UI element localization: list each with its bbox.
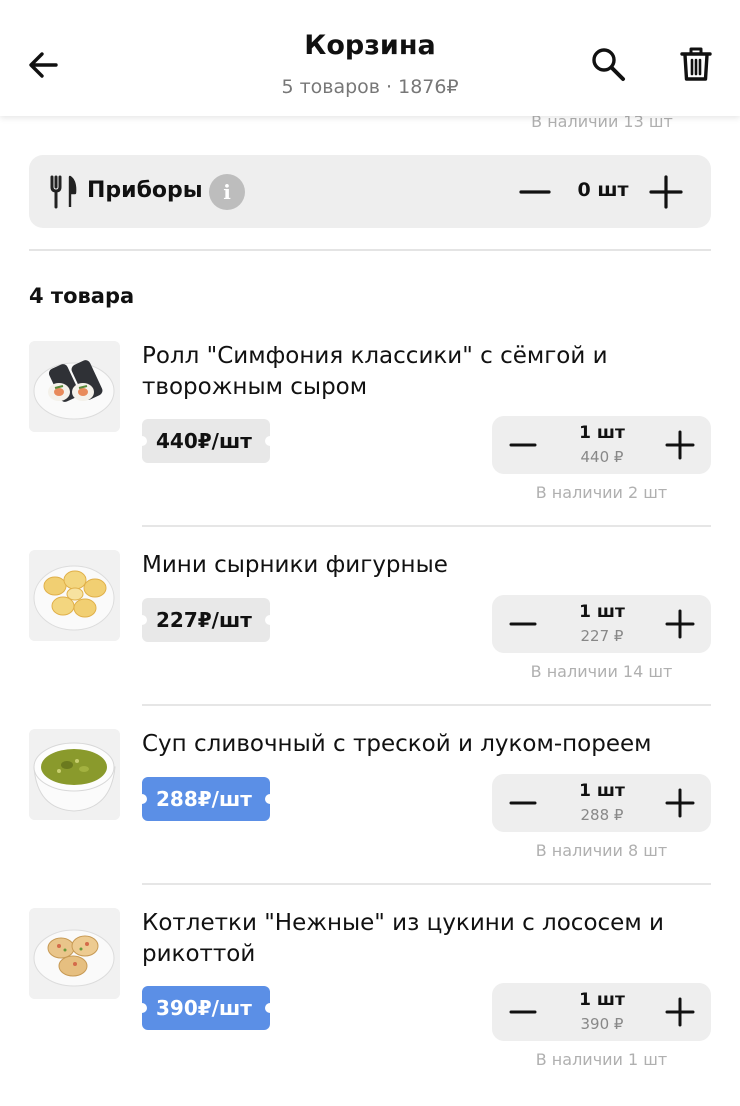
quantity-stepper: 1 шт 227 ₽ <box>492 595 711 653</box>
clear-cart-button[interactable] <box>676 44 716 84</box>
plus-icon[interactable] <box>664 608 696 640</box>
item-sum: 390 ₽ <box>580 1015 624 1033</box>
product-image[interactable] <box>29 729 120 820</box>
quantity-stepper: 1 шт 440 ₽ <box>492 416 711 474</box>
price-tag: 288₽/шт <box>137 777 275 821</box>
info-icon[interactable]: i <box>209 174 245 210</box>
item-quantity: 1 шт <box>579 423 625 443</box>
stock-label: В наличии 14 шт <box>530 662 673 681</box>
search-icon <box>592 48 625 81</box>
plus-icon[interactable] <box>664 429 696 461</box>
minus-icon[interactable] <box>508 430 538 460</box>
quantity-stepper: 1 шт 390 ₽ <box>492 983 711 1041</box>
item-sum: 440 ₽ <box>580 448 624 466</box>
product-image[interactable] <box>29 550 120 641</box>
soup-image <box>29 729 120 820</box>
cutlery-quantity: 0 шт <box>577 179 629 201</box>
price-tag: 390₽/шт <box>137 986 275 1030</box>
item-quantity: 1 шт <box>579 990 625 1010</box>
product-name[interactable]: Ролл "Симфония классики" с сёмгой и твор… <box>142 341 702 403</box>
page-title: Корзина <box>304 30 436 61</box>
product-image[interactable] <box>29 908 120 999</box>
divider <box>142 883 711 885</box>
top-bar: Корзина 5 товаров · 1876₽ <box>0 0 740 116</box>
trash-icon <box>680 47 712 81</box>
plus-icon[interactable] <box>649 175 683 209</box>
plus-icon[interactable] <box>664 787 696 819</box>
product-name[interactable]: Суп сливочный с треской и луком-пореем <box>142 729 702 760</box>
stock-label: В наличии 8 шт <box>535 841 668 860</box>
cutlery-label: Приборы <box>87 178 203 203</box>
minus-icon[interactable] <box>508 788 538 818</box>
product-name[interactable]: Мини сырники фигурные <box>142 550 702 581</box>
item-sum: 288 ₽ <box>580 806 624 824</box>
stock-label: В наличии 1 шт <box>535 1050 668 1069</box>
minus-icon[interactable] <box>508 609 538 639</box>
cutlets-image <box>29 908 120 999</box>
price-tag: 440₽/шт <box>137 419 275 463</box>
plus-icon[interactable] <box>664 996 696 1028</box>
product-name[interactable]: Котлетки "Нежные" из цукини с лососем и … <box>142 908 702 970</box>
roll-image <box>29 341 120 432</box>
fork-knife-icon <box>50 175 77 209</box>
cart-summary: 5 товаров · 1876₽ <box>281 76 459 98</box>
stock-label: В наличии 2 шт <box>535 483 668 502</box>
divider <box>142 704 711 706</box>
section-title: 4 товара <box>29 284 135 308</box>
price-tag: 227₽/шт <box>137 598 275 642</box>
search-button[interactable] <box>588 44 628 84</box>
syrniki-image <box>29 550 120 641</box>
product-image[interactable] <box>29 341 120 432</box>
item-sum: 227 ₽ <box>580 627 624 645</box>
item-quantity: 1 шт <box>579 602 625 622</box>
divider <box>29 249 711 251</box>
quantity-stepper: 1 шт 288 ₽ <box>492 774 711 832</box>
minus-icon[interactable] <box>508 997 538 1027</box>
minus-icon[interactable] <box>519 176 551 208</box>
item-quantity: 1 шт <box>579 781 625 801</box>
cutlery-row: Приборы i 0 шт <box>29 155 711 228</box>
divider <box>142 525 711 527</box>
